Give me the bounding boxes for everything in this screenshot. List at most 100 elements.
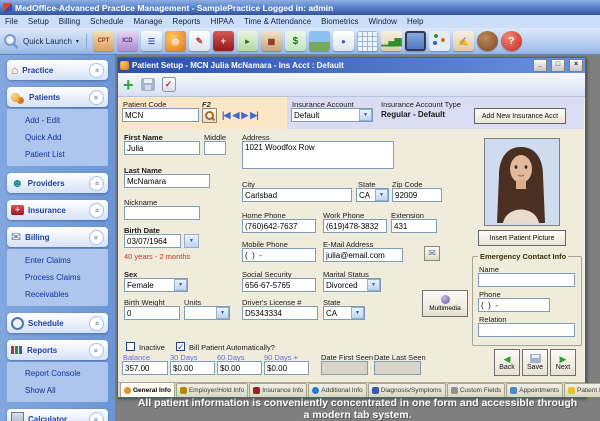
chevron-down-icon[interactable]: ▾	[76, 38, 79, 45]
previous-record-button[interactable]: ◀	[232, 110, 238, 121]
menu-biometrics[interactable]: Biometrics	[316, 17, 363, 26]
menu-help[interactable]: Help	[402, 17, 428, 26]
provider-arrow-icon[interactable]: ►	[237, 31, 258, 51]
chevron-up-icon[interactable]: «	[89, 90, 104, 105]
drivers-license-input[interactable]	[242, 306, 318, 320]
insert-picture-button[interactable]: Insert Patient Picture	[478, 230, 566, 246]
tab-diagnosis-symptoms[interactable]: Diagnosis/Symptoms	[368, 383, 446, 397]
sidebar-item-enter-claims[interactable]: Enter Claims	[25, 256, 104, 265]
sidebar-section-reports[interactable]: Reports «	[7, 340, 108, 360]
ssn-input[interactable]	[242, 278, 316, 292]
first-name-input[interactable]	[124, 141, 200, 155]
menu-schedule[interactable]: Schedule	[85, 17, 128, 26]
work-phone-input[interactable]	[323, 219, 387, 233]
last-record-button[interactable]: ▶|	[250, 110, 257, 121]
tab-custom-fields[interactable]: Custom Fields	[447, 383, 506, 397]
mobile-phone-input[interactable]	[242, 248, 316, 262]
report-clock-icon[interactable]: ●	[333, 31, 354, 51]
cpt-codes-icon[interactable]: CPT	[93, 31, 114, 51]
menu-time-attendance[interactable]: Time & Attendance	[239, 17, 316, 26]
first-record-button[interactable]: |◀	[222, 110, 229, 121]
patient-card-icon[interactable]: ☰	[141, 31, 162, 51]
sidebar-item-add-edit[interactable]: Add - Edit	[25, 116, 104, 125]
add-icon[interactable]: +	[123, 77, 134, 93]
dropdown-arrow-icon[interactable]: ▼	[367, 279, 380, 291]
email-input[interactable]	[323, 248, 403, 262]
dropdown-arrow-icon[interactable]: ▼	[375, 189, 388, 201]
chevron-up-icon[interactable]: «	[89, 230, 104, 245]
inactive-checkbox[interactable]	[126, 342, 135, 351]
image-icon[interactable]	[309, 31, 330, 51]
home-phone-input[interactable]	[242, 219, 316, 233]
sidebar-item-report-console[interactable]: Report Console	[25, 369, 104, 378]
sex-select[interactable]: Female ▼	[124, 278, 188, 292]
save-icon[interactable]	[141, 78, 155, 91]
menu-window[interactable]: Window	[364, 17, 402, 26]
patient-time-icon[interactable]: ◎	[165, 31, 186, 51]
tab-employer-hold-info[interactable]: Employer/Hold Info	[176, 383, 248, 397]
sidebar-section-insurance[interactable]: + Insurance «	[7, 200, 108, 220]
monitor-icon[interactable]	[405, 31, 426, 51]
tab-appointments[interactable]: Appointments	[506, 383, 563, 397]
chevron-down-icon[interactable]: «	[89, 63, 104, 78]
menu-setup[interactable]: Setup	[23, 17, 54, 26]
address-input[interactable]: 1021 Woodfox Row	[242, 141, 394, 169]
sidebar-section-billing[interactable]: ✉ Billing «	[7, 227, 108, 247]
emergency-phone-input[interactable]	[478, 298, 550, 312]
dropdown-arrow-icon[interactable]: ▼	[216, 307, 229, 319]
chevron-up-icon[interactable]: «	[89, 343, 104, 358]
sidebar-item-patient-list[interactable]: Patient List	[25, 150, 104, 159]
insurance-case-icon[interactable]: +	[213, 31, 234, 51]
extension-input[interactable]	[391, 219, 437, 233]
menu-billing[interactable]: Billing	[54, 17, 85, 26]
quick-launch[interactable]: Quick Launch ▾	[4, 34, 87, 49]
back-button[interactable]: ◀ Back	[494, 349, 520, 376]
biometric-face-icon[interactable]	[477, 31, 498, 51]
chevron-down-icon[interactable]: «	[89, 316, 104, 331]
menu-manage[interactable]: Manage	[129, 17, 168, 26]
send-email-button[interactable]: ✉	[424, 246, 440, 261]
save-button[interactable]: Save	[522, 349, 548, 376]
minimize-button[interactable]: _	[533, 59, 547, 72]
city-input[interactable]	[242, 188, 352, 202]
menu-file[interactable]: File	[0, 17, 23, 26]
sidebar-section-patients[interactable]: Patients «	[7, 87, 108, 107]
close-button[interactable]: ×	[569, 59, 583, 72]
dropdown-arrow-icon[interactable]: ▼	[359, 109, 372, 121]
restore-button[interactable]: □	[551, 59, 565, 72]
verify-icon[interactable]: ✓	[162, 77, 176, 92]
units-select[interactable]: ▼	[184, 306, 230, 320]
claims-calculator-icon[interactable]: ▦	[261, 31, 282, 51]
calendar-icon[interactable]	[357, 31, 378, 51]
insurance-account-select[interactable]: Default ▼	[291, 108, 373, 122]
chevron-up-icon[interactable]: «	[89, 412, 104, 421]
hand-note-icon[interactable]: ✍	[453, 31, 474, 51]
state-select[interactable]: CA ▼	[356, 188, 389, 202]
sidebar-section-practice[interactable]: ⌂ Practice «	[7, 60, 108, 80]
chevron-down-icon[interactable]: «	[89, 176, 104, 191]
sidebar-item-receivables[interactable]: Receivables	[25, 290, 104, 299]
sidebar-item-show-all[interactable]: Show All	[25, 386, 104, 395]
tab-patient-notes[interactable]: Patient Notes	[564, 383, 600, 397]
superbill-icon[interactable]: ✎	[189, 31, 210, 51]
dropdown-arrow-icon[interactable]: ▼	[174, 279, 187, 291]
emergency-name-input[interactable]	[478, 273, 575, 287]
birth-date-input[interactable]	[124, 234, 181, 248]
dropdown-arrow-icon[interactable]: ▼	[351, 307, 364, 319]
chart-icon[interactable]: ▁▄▆	[381, 31, 402, 51]
bill-automatically-checkbox[interactable]: ✓	[176, 342, 185, 351]
icd-codes-icon[interactable]: ICD	[117, 31, 138, 51]
nickname-input[interactable]	[124, 206, 200, 220]
payments-icon[interactable]: $	[285, 31, 306, 51]
sidebar-item-quick-add[interactable]: Quick Add	[25, 133, 104, 142]
birth-weight-input[interactable]	[124, 306, 180, 320]
middle-input[interactable]	[204, 141, 226, 155]
next-record-button[interactable]: ▶	[241, 110, 247, 121]
zip-input[interactable]	[392, 188, 442, 202]
next-button[interactable]: ▶ Next	[550, 349, 576, 376]
chevron-down-icon[interactable]: «	[89, 203, 104, 218]
tab-insurance-info[interactable]: Insurance Info	[249, 383, 307, 397]
sidebar-section-providers[interactable]: ☻ Providers «	[7, 173, 108, 193]
patient-search-button[interactable]	[202, 108, 217, 123]
multimedia-button[interactable]: Multimedia	[422, 290, 468, 317]
